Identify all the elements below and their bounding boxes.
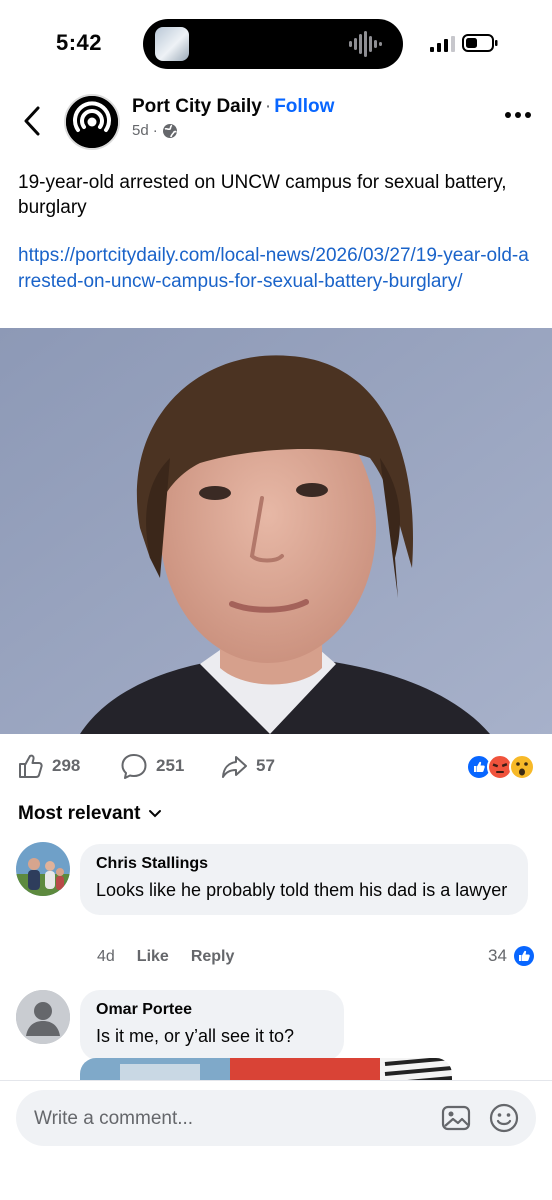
meta-dot: · [152, 122, 158, 139]
sort-label: Most relevant [18, 803, 141, 824]
commenter-avatar[interactable] [16, 990, 70, 1044]
comment-input[interactable] [34, 1106, 424, 1132]
chevron-down-icon [149, 810, 162, 818]
reaction-summary-icons[interactable] [466, 754, 538, 780]
dynamic-island[interactable] [143, 19, 403, 69]
comment-bubble-icon [121, 754, 147, 779]
comment-like-button[interactable]: Like [137, 948, 169, 966]
post-actions: 298 251 57 [0, 746, 552, 786]
share-count: 57 [256, 756, 275, 775]
default-profile-icon [16, 990, 70, 1044]
like-action[interactable]: 298 [16, 752, 80, 780]
photo-attach-icon[interactable] [440, 1102, 472, 1134]
thumbs-up-icon [19, 754, 43, 778]
comment-bubble: Chris Stallings Looks like he probably t… [80, 844, 528, 915]
globe-icon [162, 123, 177, 138]
commenter-avatar[interactable] [16, 842, 70, 896]
comment-text: Looks like he probably told them his dad… [96, 880, 508, 900]
comment-age: 4d [97, 948, 115, 965]
share-action[interactable]: 57 [220, 752, 275, 780]
comment-author[interactable]: Chris Stallings [96, 854, 512, 874]
page-name-row: Port City Daily · Follow [132, 96, 334, 118]
like-count: 298 [52, 756, 81, 775]
portrait-image [0, 328, 552, 734]
comment-author[interactable]: Omar Portee [96, 1000, 328, 1020]
share-arrow-icon [222, 756, 247, 778]
comment-bubble: Omar Portee Is it me, or y’all see it to… [80, 990, 344, 1061]
cellular-signal-icon [430, 36, 455, 52]
status-bar: 5:42 [0, 0, 552, 88]
page-name[interactable]: Port City Daily [132, 96, 262, 117]
comment-reply-button[interactable]: Reply [191, 948, 235, 966]
now-playing-thumbnail [155, 27, 189, 61]
post-age: 5d [132, 122, 149, 139]
post-photo[interactable] [0, 328, 552, 734]
comment-composer [16, 1090, 536, 1146]
broadcast-logo-icon [66, 96, 118, 148]
audio-waveform-icon [349, 31, 382, 57]
follow-button[interactable]: Follow [274, 96, 334, 117]
battery-icon [462, 34, 498, 52]
back-arrow-icon[interactable] [20, 104, 44, 138]
post-text: 19-year-old arrested on UNCW campus for … [18, 172, 507, 218]
comment-reaction-number: 34 [488, 946, 507, 965]
comment-count: 251 [156, 756, 185, 775]
comment-meta: 4d Like Reply [97, 948, 234, 966]
more-options-icon[interactable] [504, 110, 532, 120]
comment-text: Is it me, or y’all see it to? [96, 1026, 295, 1046]
post-meta: 5d · [132, 122, 178, 139]
emoji-picker-icon[interactable] [488, 1102, 520, 1134]
post-header: Port City Daily · Follow 5d · [0, 88, 552, 158]
group-photo-avatar [16, 842, 70, 896]
comment-sort-dropdown[interactable]: Most relevant [18, 803, 162, 825]
article-link[interactable]: https://portcitydaily.com/local-news/202… [18, 243, 534, 295]
comment-action[interactable]: 251 [120, 752, 184, 780]
status-time: 5:42 [56, 30, 103, 55]
like-reaction-icon [513, 946, 534, 966]
page-avatar[interactable] [64, 94, 120, 150]
separator-dot: · [264, 96, 272, 117]
comment-reaction-count[interactable]: 34 [488, 945, 535, 967]
